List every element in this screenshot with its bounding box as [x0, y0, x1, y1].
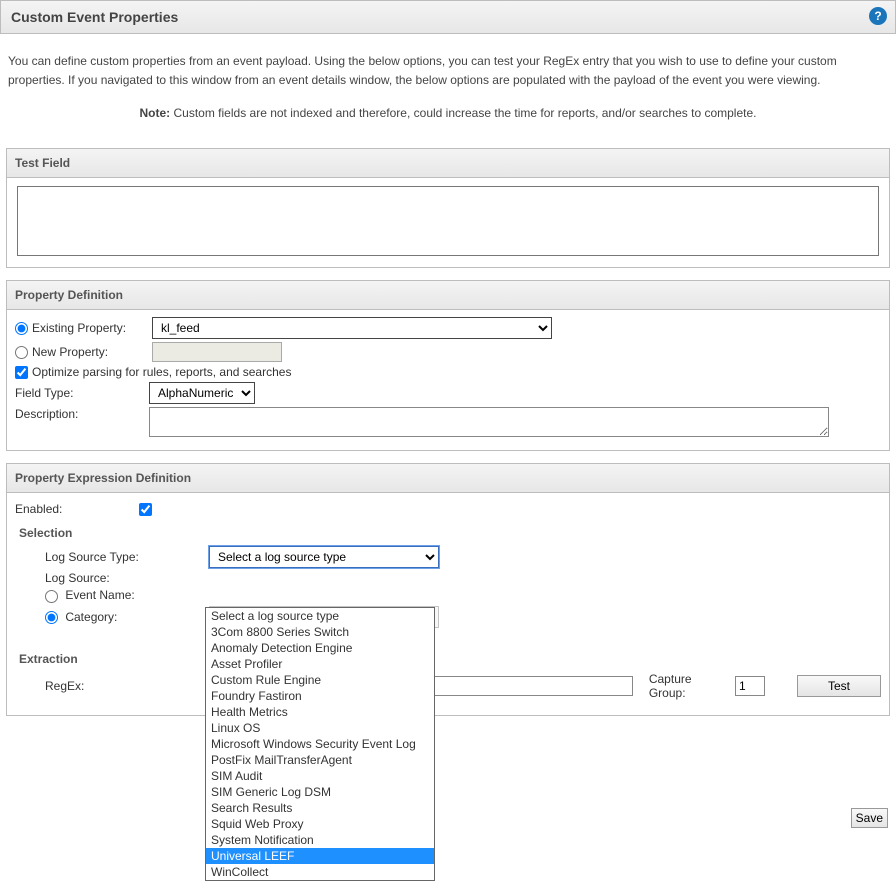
extraction-heading: Extraction: [19, 652, 881, 666]
category-radio[interactable]: [45, 611, 58, 624]
dropdown-option[interactable]: Health Metrics: [206, 704, 434, 720]
dropdown-option[interactable]: Custom Rule Engine: [206, 672, 434, 688]
description-input[interactable]: [149, 407, 829, 437]
event-name-row: Event Name:: [15, 588, 175, 602]
new-property-label: New Property:: [32, 345, 152, 359]
dropdown-option[interactable]: Select a log source type: [206, 608, 434, 624]
page-title: Custom Event Properties: [11, 9, 178, 25]
category-row: Category:: [15, 610, 175, 624]
log-source-label: Log Source:: [15, 571, 175, 585]
regex-label: RegEx:: [15, 679, 171, 693]
dropdown-option[interactable]: Asset Profiler: [206, 656, 434, 672]
dropdown-option[interactable]: Anomaly Detection Engine: [206, 640, 434, 656]
note-label: Note:: [140, 106, 171, 120]
dropdown-option[interactable]: PostFix MailTransferAgent: [206, 752, 434, 768]
panel-property-definition: Property Definition Existing Property: k…: [6, 280, 890, 451]
log-source-type-select[interactable]: Select a log source type: [209, 546, 439, 568]
dropdown-option[interactable]: WinCollect: [206, 864, 434, 880]
dropdown-option[interactable]: Squid Web Proxy: [206, 816, 434, 832]
existing-property-label: Existing Property:: [32, 321, 152, 335]
selection-heading: Selection: [19, 526, 881, 540]
panel-property-expression: Property Expression Definition Enabled: …: [6, 463, 890, 715]
page-header: Custom Event Properties ?: [0, 0, 896, 34]
new-property-input: [152, 342, 282, 362]
dropdown-option[interactable]: Linux OS: [206, 720, 434, 736]
enabled-label: Enabled:: [15, 502, 139, 516]
save-button[interactable]: Save: [851, 808, 888, 828]
dropdown-option[interactable]: Foundry Fastiron: [206, 688, 434, 704]
enabled-checkbox[interactable]: [139, 503, 152, 516]
event-name-radio[interactable]: [45, 590, 58, 603]
capture-group-label: Capture Group:: [649, 672, 729, 700]
field-type-select[interactable]: AlphaNumeric: [149, 382, 255, 404]
panel-header-test-field: Test Field: [7, 149, 889, 178]
dropdown-option[interactable]: SIM Generic Log DSM: [206, 784, 434, 800]
note-line: Note: Custom fields are not indexed and …: [0, 90, 896, 144]
note-text: Custom fields are not indexed and theref…: [170, 106, 756, 120]
capture-group-input[interactable]: [735, 676, 765, 696]
field-type-label: Field Type:: [15, 386, 149, 400]
event-name-label: Event Name:: [65, 588, 134, 602]
optimize-label: Optimize parsing for rules, reports, and…: [32, 365, 291, 379]
new-property-radio[interactable]: [15, 346, 28, 359]
intro-text: You can define custom properties from an…: [0, 34, 896, 90]
log-source-type-label: Log Source Type:: [15, 550, 175, 564]
category-label: Category:: [65, 610, 117, 624]
test-button[interactable]: Test: [797, 675, 881, 697]
dropdown-option[interactable]: Microsoft Windows Security Event Log: [206, 736, 434, 752]
dropdown-option[interactable]: Universal LEEF: [206, 848, 434, 864]
optimize-checkbox[interactable]: [15, 366, 28, 379]
description-label: Description:: [15, 407, 149, 421]
dropdown-option[interactable]: 3Com 8800 Series Switch: [206, 624, 434, 640]
log-source-type-dropdown[interactable]: Select a log source type3Com 8800 Series…: [205, 607, 435, 881]
panel-header-property-definition: Property Definition: [7, 281, 889, 310]
dropdown-option[interactable]: System Notification: [206, 832, 434, 848]
panel-header-property-expression: Property Expression Definition: [7, 464, 889, 493]
existing-property-select[interactable]: kl_feed: [152, 317, 552, 339]
help-icon[interactable]: ?: [869, 7, 887, 25]
dropdown-option[interactable]: SIM Audit: [206, 768, 434, 784]
panel-test-field: Test Field: [6, 148, 890, 268]
dropdown-option[interactable]: Search Results: [206, 800, 434, 816]
existing-property-radio[interactable]: [15, 322, 28, 335]
test-field-input[interactable]: [17, 186, 879, 256]
